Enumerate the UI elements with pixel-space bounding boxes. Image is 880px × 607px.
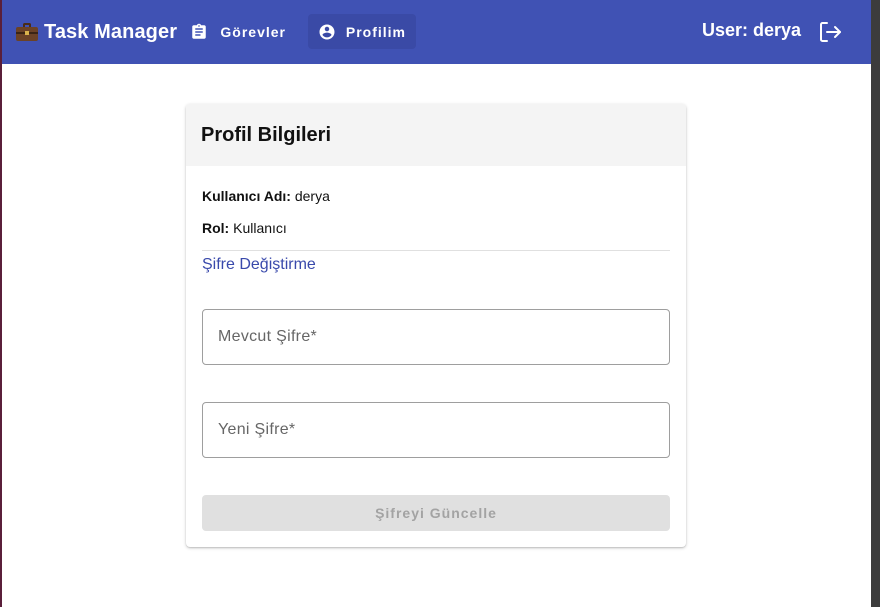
app-bar: Task Manager Görevler Profilim User: der… bbox=[2, 0, 871, 64]
new-password-input[interactable] bbox=[203, 403, 669, 457]
nav-button-gorevler[interactable]: Görevler bbox=[180, 14, 296, 49]
card-title: Profil Bilgileri bbox=[201, 124, 332, 146]
nav-label-gorevler: Görevler bbox=[220, 23, 286, 40]
clipboard-icon bbox=[190, 23, 206, 41]
username-row: Kullanıcı Adı: derya bbox=[202, 188, 330, 204]
logout-button[interactable] bbox=[816, 18, 844, 46]
divider bbox=[202, 250, 670, 251]
update-password-button[interactable]: Şifreyi Güncelle bbox=[202, 495, 670, 531]
username-key: Kullanıcı Adı: bbox=[202, 188, 291, 204]
password-section-title: Şifre Değiştirme bbox=[202, 256, 316, 273]
app-viewport: Task Manager Görevler Profilim User: der… bbox=[2, 0, 871, 607]
current-password-input[interactable] bbox=[203, 310, 669, 364]
nav-button-profilim[interactable]: Profilim bbox=[308, 14, 416, 49]
brand[interactable]: Task Manager bbox=[16, 18, 177, 46]
briefcase-icon bbox=[16, 22, 38, 42]
new-password-field bbox=[202, 402, 670, 458]
profile-card: Profil Bilgileri Kullanıcı Adı: derya Ro… bbox=[186, 104, 686, 547]
logout-icon bbox=[820, 22, 841, 42]
account-circle-icon bbox=[318, 23, 335, 41]
nav-label-profilim: Profilim bbox=[345, 23, 406, 40]
role-value: Kullanıcı bbox=[233, 220, 287, 236]
username-value: derya bbox=[294, 188, 330, 204]
role-key: Rol: bbox=[202, 220, 230, 236]
update-password-label: Şifreyi Güncelle bbox=[375, 505, 497, 521]
current-user-label: User: derya bbox=[702, 20, 802, 40]
role-row: Rol: Kullanıcı bbox=[202, 220, 287, 236]
app-title: Task Manager bbox=[44, 20, 178, 43]
card-header: Profil Bilgileri bbox=[186, 104, 686, 166]
window-right-edge bbox=[871, 0, 880, 607]
current-password-field bbox=[202, 309, 670, 365]
